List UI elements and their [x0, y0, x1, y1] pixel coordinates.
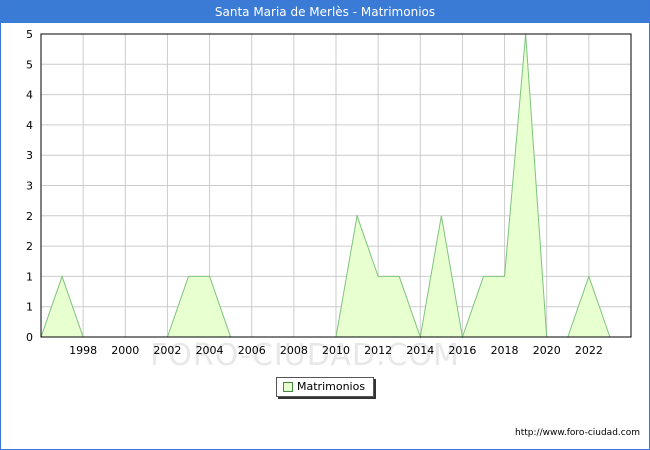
y-tick-label: 1 [26, 270, 33, 283]
x-tick-label: 2004 [196, 344, 224, 357]
x-tick-label: 2002 [153, 344, 181, 357]
x-tick-label: 1998 [69, 344, 97, 357]
y-tick-label: 3 [26, 180, 33, 193]
source-link[interactable]: http://www.foro-ciudad.com [515, 428, 640, 438]
y-tick-label: 4 [26, 119, 33, 132]
y-tick-label: 0 [26, 331, 33, 344]
y-tick-label: 5 [26, 28, 33, 41]
x-tick-label: 2010 [322, 344, 350, 357]
x-tick-label: 2008 [280, 344, 308, 357]
x-tick-label: 2016 [448, 344, 476, 357]
x-tick-label: 2000 [111, 344, 139, 357]
x-tick-label: 2022 [575, 344, 603, 357]
y-tick-label: 4 [26, 89, 33, 102]
x-tick-label: 2020 [533, 344, 561, 357]
y-tick-label: 1 [26, 301, 33, 314]
y-tick-label: 2 [26, 240, 33, 253]
y-tick-label: 3 [26, 149, 33, 162]
legend-swatch [283, 382, 293, 392]
x-tick-label: 2006 [238, 344, 266, 357]
x-tick-label: 2012 [364, 344, 392, 357]
legend[interactable]: Matrimonios [276, 377, 374, 397]
y-tick-label: 2 [26, 210, 33, 223]
x-tick-label: 2018 [491, 344, 519, 357]
x-tick-label: 2014 [406, 344, 434, 357]
y-tick-label: 5 [26, 58, 33, 71]
legend-label: Matrimonios [297, 380, 366, 393]
